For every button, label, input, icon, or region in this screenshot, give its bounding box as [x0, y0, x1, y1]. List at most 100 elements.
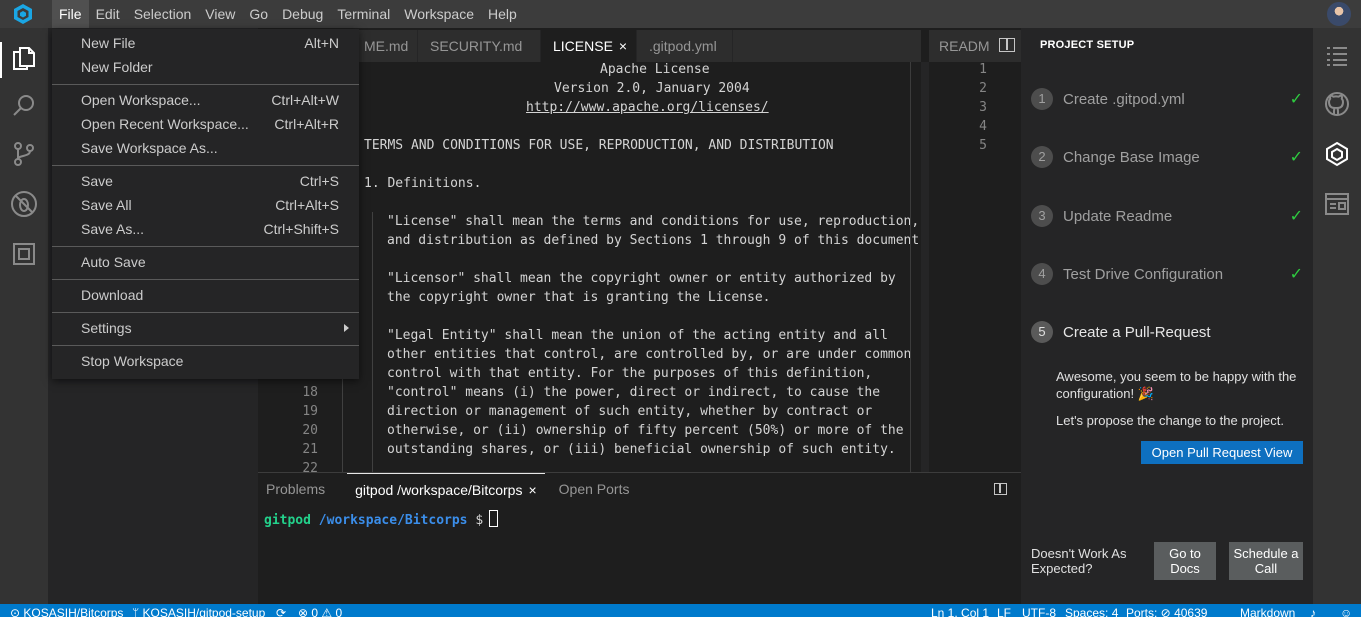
menu-terminal[interactable]: Terminal	[330, 0, 397, 28]
menu-open-recent-workspace[interactable]: Open Recent Workspace... Ctrl+Alt+R	[52, 112, 359, 136]
menu-item-shortcut: Ctrl+S	[299, 173, 339, 189]
menu-new-file[interactable]: New File Alt+N	[52, 31, 359, 55]
close-icon[interactable]: ×	[528, 474, 536, 506]
menu-settings[interactable]: Settings	[52, 316, 359, 340]
menu-edit[interactable]: Edit	[89, 0, 127, 28]
setup-step-5[interactable]: 5 Create a Pull-Request	[1031, 320, 1303, 344]
status-repo[interactable]: ⊙ KOSASIH/Bitcorps	[10, 604, 123, 617]
menu-debug[interactable]: Debug	[275, 0, 330, 28]
setup-step-2[interactable]: 2 Change Base Image ✓	[1031, 145, 1303, 169]
setup-step-3[interactable]: 3 Update Readme ✓	[1031, 204, 1303, 228]
debug-icon[interactable]	[8, 188, 40, 220]
menu-item-label: Save As...	[81, 221, 145, 237]
extensions-icon[interactable]	[8, 238, 40, 270]
status-bar: ⊙ KOSASIH/Bitcorps ᛘ KOSASIH/gitpod-setu…	[0, 604, 1361, 617]
menu-new-folder[interactable]: New Folder	[52, 55, 359, 79]
avatar[interactable]	[1327, 2, 1351, 26]
source-control-icon[interactable]	[8, 138, 40, 170]
menu-file[interactable]: File	[52, 0, 89, 28]
setup-step-1[interactable]: 1 Create .gitpod.yml ✓	[1031, 87, 1303, 111]
terminal-path: /workspace/Bitcorps	[318, 513, 468, 528]
tab-gitpod-yml[interactable]: .gitpod.yml	[637, 30, 733, 62]
menu-save-as[interactable]: Save As... Ctrl+Shift+S	[52, 217, 359, 241]
file-menu-dropdown: New File Alt+N New Folder Open Workspace.…	[52, 29, 359, 379]
menu-workspace[interactable]: Workspace	[397, 0, 481, 28]
code-line: other entities that control, are control…	[387, 347, 912, 362]
tab-security[interactable]: SECURITY.md	[418, 30, 541, 62]
status-branch[interactable]: ᛘ KOSASIH/gitpod-setup	[132, 604, 265, 617]
menu-item-label: Auto Save	[81, 254, 146, 270]
go-to-docs-button[interactable]: Go to Docs	[1154, 542, 1216, 580]
menu-item-shortcut: Ctrl+Shift+S	[263, 221, 339, 237]
tab-open-ports[interactable]: Open Ports	[551, 473, 638, 505]
status-encoding[interactable]: UTF-8	[1022, 604, 1056, 617]
explorer-icon[interactable]	[8, 42, 40, 74]
line-number: 1	[979, 62, 987, 77]
tab-terminal[interactable]: gitpod /workspace/Bitcorps ×	[347, 473, 545, 505]
code-line: 1. Definitions.	[364, 176, 482, 191]
menu-help[interactable]: Help	[481, 0, 524, 28]
open-pull-request-button[interactable]: Open Pull Request View	[1141, 441, 1303, 464]
panel: Problems gitpod /workspace/Bitcorps × Ope…	[258, 472, 1021, 604]
readme-editor[interactable]: 1 2 3 4 5	[921, 62, 1021, 472]
outline-icon[interactable]	[1323, 42, 1351, 70]
line-number: 19	[302, 404, 318, 419]
code-line: the copyright owner that is granting the…	[387, 290, 771, 305]
menu-item-label: New File	[81, 35, 136, 51]
tab-license[interactable]: LICENSE ×	[541, 30, 637, 62]
line-number: 18	[302, 385, 318, 400]
step-number: 1	[1031, 88, 1053, 110]
search-icon[interactable]	[8, 90, 40, 122]
feedback-icon[interactable]: ☺	[1340, 604, 1352, 617]
panel-layout-icon[interactable]	[994, 483, 1007, 495]
status-ports[interactable]: Ports: ⊘ 40639	[1126, 604, 1207, 617]
menu-auto-save[interactable]: Auto Save	[52, 250, 359, 274]
right-activity-bar	[1313, 28, 1361, 604]
status-eol[interactable]: LF	[997, 604, 1011, 617]
status-repo-label: KOSASIH/Bitcorps	[23, 606, 124, 617]
code-line: Version 2.0, January 2004	[554, 81, 750, 96]
setup-step-4[interactable]: 4 Test Drive Configuration ✓	[1031, 262, 1303, 286]
step-number: 2	[1031, 146, 1053, 168]
bell-icon[interactable]: ♪	[1310, 604, 1316, 617]
tab-label: LICENSE	[553, 38, 613, 54]
license-link[interactable]: http://www.apache.org/licenses/	[526, 100, 769, 115]
status-position[interactable]: Ln 1, Col 1	[931, 604, 989, 617]
line-number: 4	[979, 119, 987, 134]
gitpod-setup-icon[interactable]	[1323, 140, 1351, 168]
menu-separator	[52, 84, 359, 85]
terminal-prompt[interactable]: gitpod /workspace/Bitcorps $	[264, 510, 499, 528]
menu-save-all[interactable]: Save All Ctrl+Alt+S	[52, 193, 359, 217]
close-icon[interactable]: ×	[619, 30, 627, 62]
status-language[interactable]: Markdown	[1240, 604, 1295, 617]
menu-separator	[52, 165, 359, 166]
status-spaces[interactable]: Spaces: 4	[1065, 604, 1118, 617]
menu-selection[interactable]: Selection	[127, 0, 199, 28]
tab-readme-preview[interactable]: READM	[929, 38, 990, 54]
github-icon[interactable]	[1323, 90, 1351, 118]
tab-problems[interactable]: Problems	[258, 473, 333, 505]
menu-stop-workspace[interactable]: Stop Workspace	[52, 349, 359, 373]
sync-icon[interactable]: ⟳	[276, 604, 286, 617]
preview-icon[interactable]	[1323, 190, 1351, 218]
schedule-call-button[interactable]: Schedule a Call	[1229, 542, 1303, 580]
menu-save[interactable]: Save Ctrl+S	[52, 169, 359, 193]
panel-tabs: Problems gitpod /workspace/Bitcorps × Ope…	[258, 473, 637, 505]
tab-label: Problems	[266, 481, 326, 497]
menu-save-workspace-as[interactable]: Save Workspace As...	[52, 136, 359, 160]
menu-view[interactable]: View	[198, 0, 242, 28]
gitpod-logo-icon[interactable]	[0, 0, 46, 28]
menu-open-workspace[interactable]: Open Workspace... Ctrl+Alt+W	[52, 88, 359, 112]
code-line: otherwise, or (ii) ownership of fifty pe…	[387, 423, 904, 438]
step-number: 3	[1031, 205, 1053, 227]
menu-go[interactable]: Go	[242, 0, 275, 28]
menu-download[interactable]: Download	[52, 283, 359, 307]
setup-title: PROJECT SETUP	[1040, 39, 1135, 51]
status-problems[interactable]: ⊗ 0 ⚠ 0	[298, 604, 342, 617]
menu-bar: File Edit Selection View Go Debug Termin…	[0, 0, 1361, 28]
tab-label: gitpod /workspace/Bitcorps	[355, 481, 523, 498]
code-line: and distribution as defined by Sections …	[387, 233, 921, 248]
split-editor-icon[interactable]	[999, 38, 1015, 52]
menu-item-shortcut: Alt+N	[304, 35, 339, 51]
step-label: Change Base Image	[1063, 148, 1200, 166]
